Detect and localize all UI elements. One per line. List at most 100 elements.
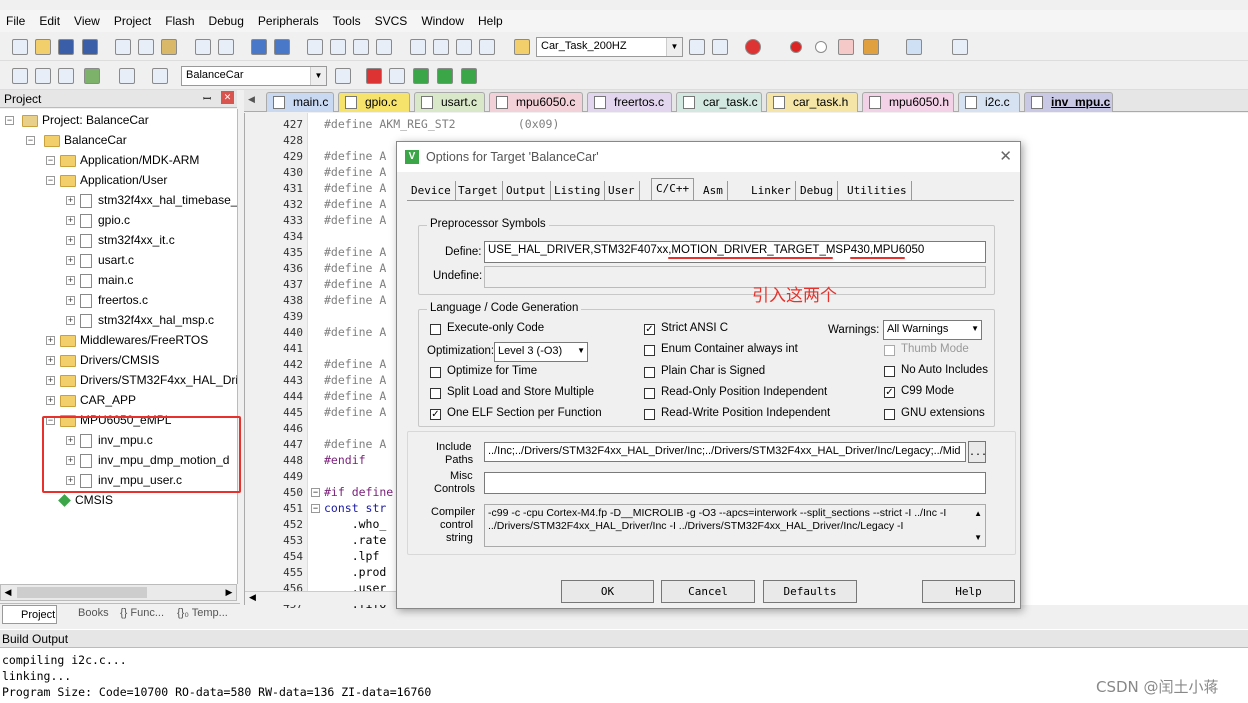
tree-item[interactable]: gpio.c xyxy=(80,210,130,230)
thumb-mode-checkbox[interactable] xyxy=(884,345,895,356)
split-load-checkbox[interactable] xyxy=(430,388,441,399)
download-icon[interactable] xyxy=(152,68,168,84)
open-folder-icon[interactable] xyxy=(35,39,51,55)
menu-window[interactable]: Window xyxy=(421,14,464,28)
tree-item[interactable]: stm32f4xx_hal_msp.c xyxy=(80,310,214,330)
close-icon[interactable]: ✕ xyxy=(221,91,234,104)
enum-container-checkbox[interactable] xyxy=(644,345,655,356)
scroll-thumb[interactable] xyxy=(17,587,147,598)
undefine-input[interactable] xyxy=(484,266,986,288)
bookmark-clear-icon[interactable] xyxy=(376,39,392,55)
tree-expand-toggle[interactable]: + xyxy=(46,376,55,385)
tree-item[interactable]: Application/MDK-ARM xyxy=(60,150,199,170)
tab-templates[interactable]: {}₀ Temp... xyxy=(177,607,228,619)
tree-item[interactable]: CMSIS xyxy=(58,490,113,510)
tree-item[interactable]: Project: BalanceCar xyxy=(22,110,149,130)
tab-file[interactable]: gpio.c xyxy=(338,92,410,112)
breakpoint-kill-icon[interactable] xyxy=(863,39,879,55)
tree-expand-toggle[interactable]: + xyxy=(66,296,75,305)
optimize-time-checkbox[interactable] xyxy=(430,367,441,378)
scroll-left-icon[interactable]: ◀ xyxy=(1,585,15,600)
menu-tools[interactable]: Tools xyxy=(333,14,361,28)
dialog-tab[interactable]: Output xyxy=(502,181,551,201)
plain-char-checkbox[interactable] xyxy=(644,367,655,378)
copy-icon[interactable] xyxy=(138,39,154,55)
compiler-string-box[interactable]: -c99 -c -cpu Cortex-M4.fp -D__MICROLIB -… xyxy=(484,504,986,547)
scroll-down-icon[interactable]: ▼ xyxy=(974,531,982,544)
manage-project-icon[interactable] xyxy=(366,68,382,84)
manage-rte-icon[interactable] xyxy=(389,68,405,84)
fold-toggle[interactable]: − xyxy=(311,488,320,497)
breakpoint-icon[interactable] xyxy=(790,41,802,53)
cancel-button[interactable]: Cancel xyxy=(661,580,755,603)
target-options-icon[interactable] xyxy=(335,68,351,84)
tools-config-icon[interactable] xyxy=(712,39,728,55)
include-paths-input[interactable]: ../Inc;../Drivers/STM32F4xx_HAL_Driver/I… xyxy=(484,442,966,462)
tree-expand-toggle[interactable]: − xyxy=(46,156,55,165)
tree-item[interactable]: Drivers/CMSIS xyxy=(60,350,159,370)
tabs-scroll-left-icon[interactable]: ◀ xyxy=(248,94,255,105)
tree-expand-toggle[interactable]: + xyxy=(66,236,75,245)
run-time-env-icon[interactable] xyxy=(461,68,477,84)
tree-expand-toggle[interactable]: + xyxy=(46,396,55,405)
menu-flash[interactable]: Flash xyxy=(165,14,194,28)
defaults-button[interactable]: Defaults xyxy=(763,580,857,603)
nav-forward-icon[interactable] xyxy=(274,39,290,55)
strict-ansi-checkbox[interactable]: ✓ xyxy=(644,324,655,335)
tab-file[interactable]: car_task.c xyxy=(676,92,762,112)
menu-file[interactable]: File xyxy=(6,14,25,28)
tree-expand-toggle[interactable]: + xyxy=(66,216,75,225)
menu-edit[interactable]: Edit xyxy=(39,14,60,28)
indent-icon[interactable] xyxy=(410,39,426,55)
paste-icon[interactable] xyxy=(161,39,177,55)
uncomment-icon[interactable] xyxy=(479,39,495,55)
ro-position-checkbox[interactable] xyxy=(644,388,655,399)
scroll-up-icon[interactable]: ▲ xyxy=(974,507,982,520)
dialog-tab[interactable]: C/C++ xyxy=(651,178,695,201)
tree-item[interactable]: BalanceCar xyxy=(44,130,127,150)
pin-icon[interactable]: ꟷ xyxy=(203,91,211,105)
breakpoint-disable-icon[interactable] xyxy=(815,41,827,53)
dialog-tab[interactable]: Device xyxy=(407,181,456,201)
bookmark-next-icon[interactable] xyxy=(353,39,369,55)
tree-expand-toggle[interactable]: + xyxy=(66,276,75,285)
one-elf-checkbox[interactable]: ✓ xyxy=(430,409,441,420)
rw-position-checkbox[interactable] xyxy=(644,409,655,420)
editor-scroll-left-icon[interactable]: ◀ xyxy=(245,591,405,605)
menu-help[interactable]: Help xyxy=(478,14,503,28)
tree-item[interactable]: main.c xyxy=(80,270,133,290)
dialog-tab[interactable]: Asm xyxy=(699,181,728,201)
tab-file[interactable]: main.c xyxy=(266,92,334,112)
scroll-right-icon[interactable]: ▶ xyxy=(222,585,236,600)
translate-icon[interactable] xyxy=(12,68,28,84)
target-combo[interactable]: Car_Task_200HZ ▼ xyxy=(536,37,683,57)
menu-debug[interactable]: Debug xyxy=(209,14,244,28)
batch-build-icon[interactable] xyxy=(84,68,100,84)
gnu-extensions-checkbox[interactable] xyxy=(884,409,895,420)
tree-expand-toggle[interactable]: + xyxy=(66,316,75,325)
execute-only-checkbox[interactable] xyxy=(430,324,441,335)
stop-build-icon[interactable] xyxy=(119,68,135,84)
menu-project[interactable]: Project xyxy=(114,14,151,28)
dialog-tab[interactable]: Target xyxy=(454,181,503,201)
project-target-combo[interactable]: BalanceCar ▼ xyxy=(181,66,327,86)
wrench-icon[interactable] xyxy=(952,39,968,55)
menu-view[interactable]: View xyxy=(74,14,100,28)
redo-icon[interactable] xyxy=(218,39,234,55)
tab-file[interactable]: i2c.c xyxy=(958,92,1020,112)
select-packs-icon[interactable] xyxy=(437,68,453,84)
tree-scrollbar[interactable]: ◀ ▶ xyxy=(0,584,237,601)
ok-button[interactable]: OK xyxy=(561,580,654,603)
tree-item[interactable]: stm32f4xx_it.c xyxy=(80,230,175,250)
menu-peripherals[interactable]: Peripherals xyxy=(258,14,319,28)
breakpoint-clear-icon[interactable] xyxy=(838,39,854,55)
rebuild-icon[interactable] xyxy=(58,68,74,84)
define-input[interactable]: USE_HAL_DRIVER,STM32F407xx,MOTION_DRIVER… xyxy=(484,241,986,263)
no-auto-includes-checkbox[interactable] xyxy=(884,366,895,377)
tab-file[interactable]: usart.c xyxy=(414,92,485,112)
tab-file[interactable]: freertos.c xyxy=(587,92,672,112)
tab-functions[interactable]: {} Func... xyxy=(120,607,164,619)
new-file-icon[interactable] xyxy=(12,39,28,55)
nav-back-icon[interactable] xyxy=(251,39,267,55)
dialog-tab[interactable]: Debug xyxy=(796,181,839,201)
